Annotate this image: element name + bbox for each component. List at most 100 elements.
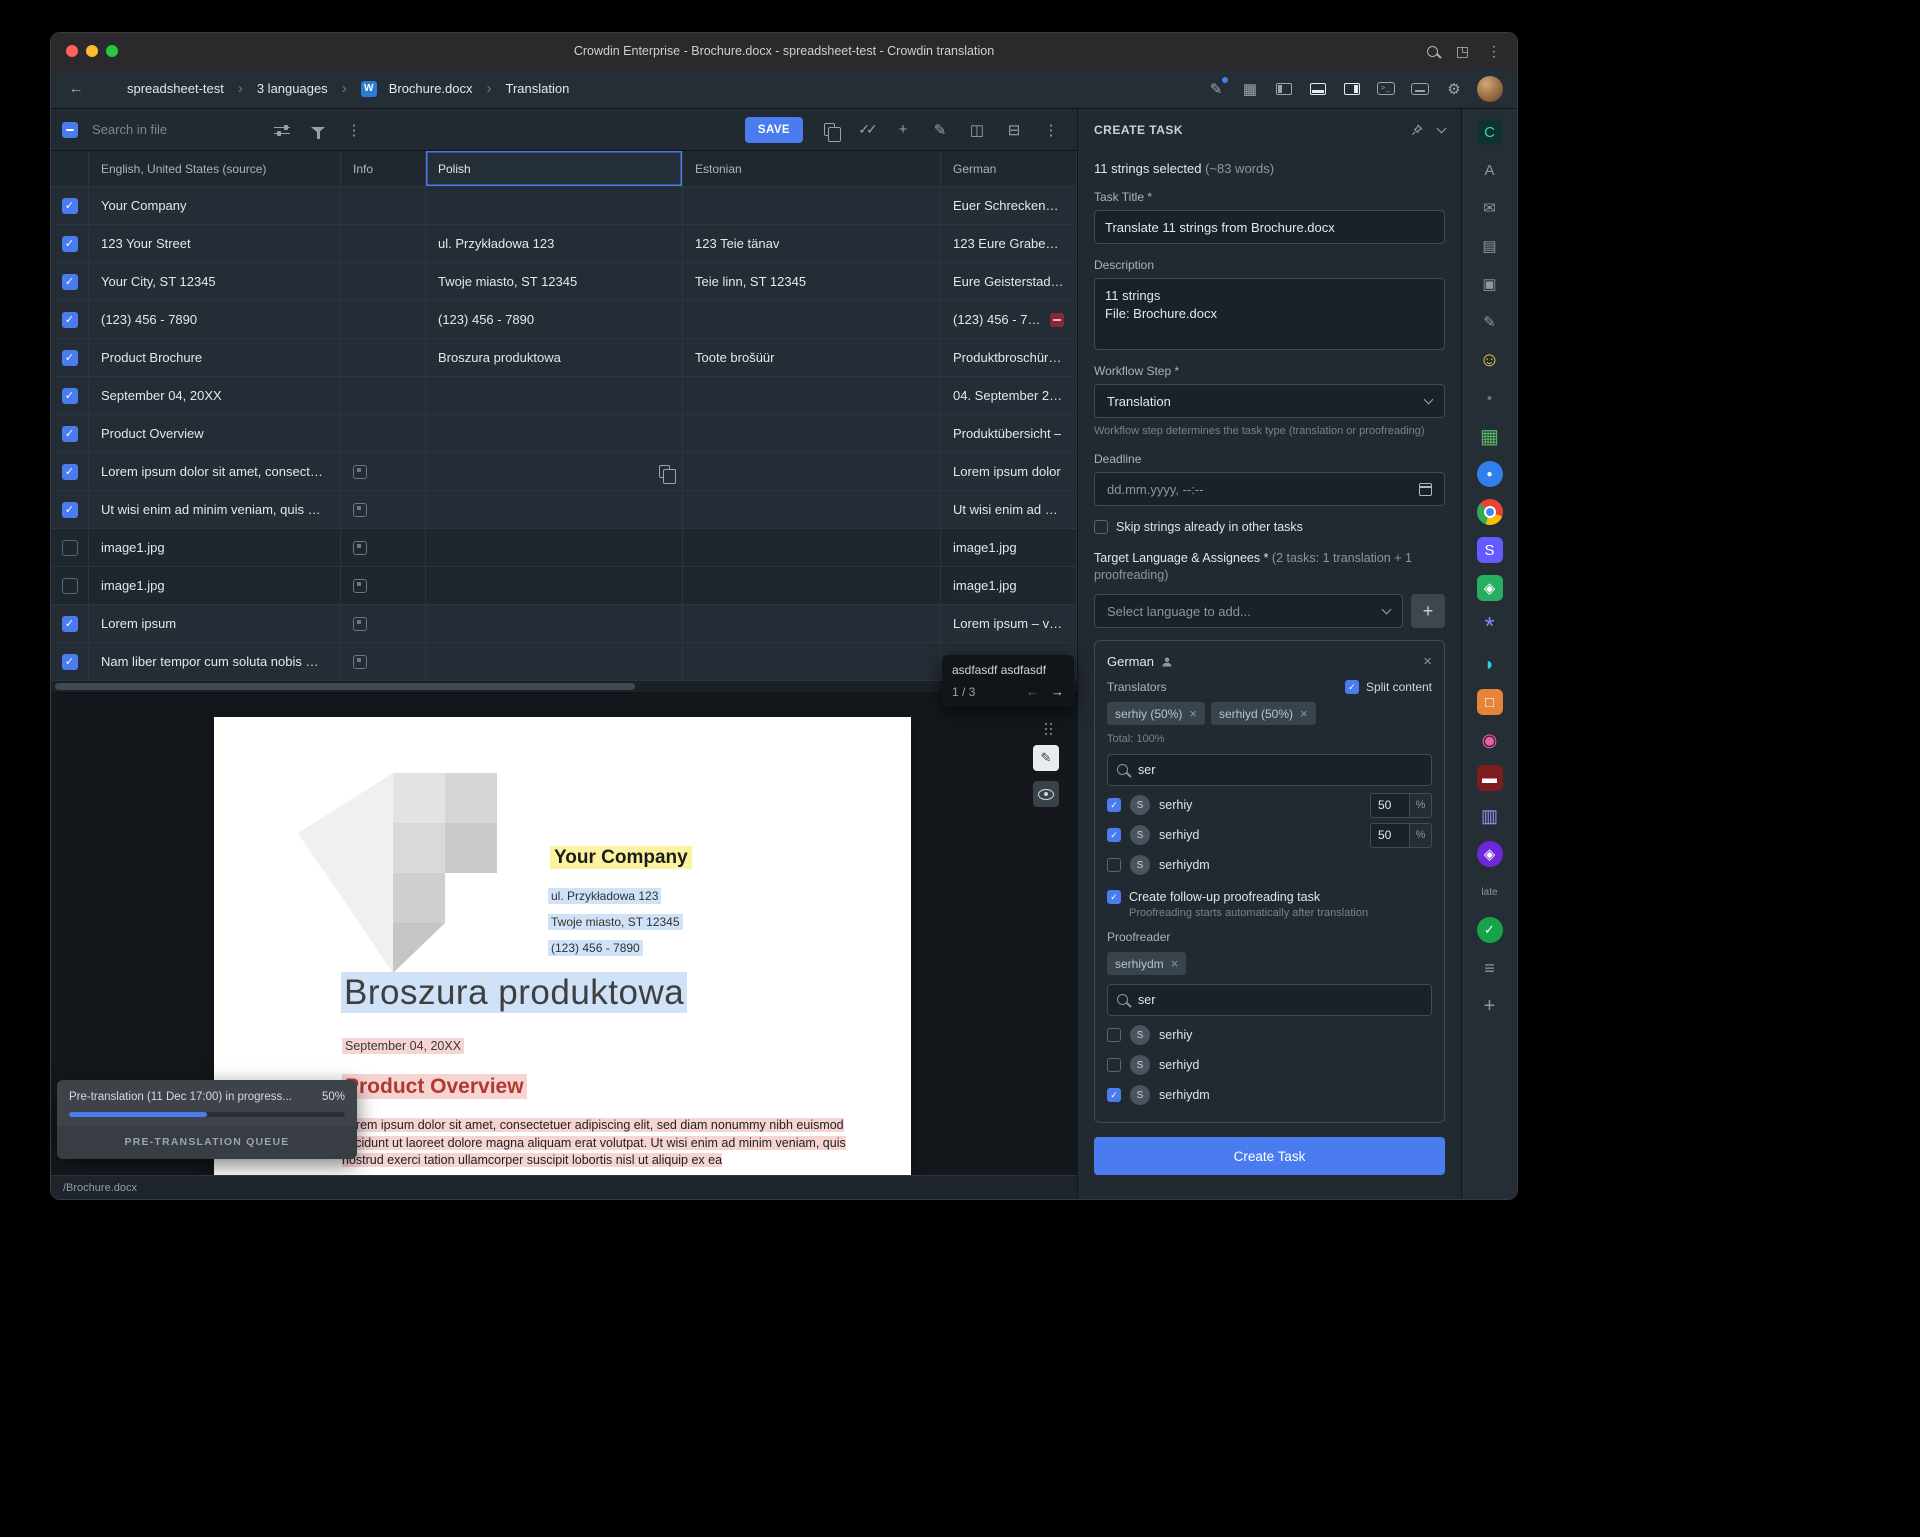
header-info[interactable]: Info <box>341 151 426 186</box>
assignee-row[interactable]: ✓Sserhiy% <box>1107 790 1432 820</box>
source-cell[interactable]: September 04, 20XX <box>89 377 341 414</box>
polish-cell[interactable] <box>426 643 683 680</box>
split-content-checkbox[interactable]: ✓ <box>1345 680 1359 694</box>
context-icon[interactable] <box>353 617 367 631</box>
row-select-cell[interactable] <box>51 567 89 604</box>
row-select-cell[interactable]: ✓ <box>51 377 89 414</box>
close-window-button[interactable] <box>66 45 78 57</box>
dock-bird-app-icon[interactable]: ◗ <box>1477 651 1503 677</box>
select-all-checkbox[interactable] <box>62 122 78 138</box>
table-row[interactable]: ✓Lorem ipsumLorem ipsum – verf <box>51 605 1077 643</box>
assignee-row[interactable]: Sserhiy <box>1107 1020 1432 1050</box>
row-checkbox[interactable]: ✓ <box>62 312 78 328</box>
german-cell[interactable]: Ut wisi enim ad min <box>941 491 1077 528</box>
calendar-icon[interactable] <box>1419 483 1432 496</box>
share-percent-input[interactable] <box>1370 823 1410 848</box>
assignee-row[interactable]: Sserhiydm <box>1107 850 1432 880</box>
toggle-highlights-button[interactable] <box>1033 781 1059 807</box>
row-select-cell[interactable]: ✓ <box>51 415 89 452</box>
remove-tag-icon[interactable]: × <box>1189 706 1197 721</box>
window-titlebar[interactable]: Crowdin Enterprise - Brochure.docx - spr… <box>51 33 1517 69</box>
share-percent-input[interactable] <box>1370 793 1410 818</box>
dock-notes-app-icon[interactable]: ≡ <box>1477 955 1503 981</box>
estonian-cell[interactable] <box>683 643 941 680</box>
polish-cell[interactable] <box>426 567 683 604</box>
dock-chrome-icon[interactable] <box>1477 499 1503 525</box>
estonian-cell[interactable] <box>683 453 941 490</box>
filter-settings-icon[interactable] <box>271 119 293 141</box>
breadcrumb-languages[interactable]: 3 languages <box>257 81 328 96</box>
search-input[interactable] <box>92 122 257 137</box>
dock-stripe-app-icon[interactable]: S <box>1477 537 1503 563</box>
more-options-icon[interactable]: ⋮ <box>1040 119 1062 141</box>
assignee-row[interactable]: ✓Sserhiydm <box>1107 1080 1432 1110</box>
collapse-panel-icon[interactable] <box>1437 124 1447 134</box>
source-cell[interactable]: Nam liber tempor cum soluta nobis … <box>89 643 341 680</box>
german-cell[interactable]: (123) 456 - 7890 <box>941 301 1077 338</box>
source-cell[interactable]: (123) 456 - 7890 <box>89 301 341 338</box>
dock-green-app-icon[interactable]: ◈ <box>1477 575 1503 601</box>
description-input[interactable]: 11 strings File: Brochure.docx <box>1094 278 1445 350</box>
polish-cell[interactable] <box>426 415 683 452</box>
table-row[interactable]: ✓Your CompanyEuer Schreckensunt <box>51 187 1077 225</box>
dock-box-app-icon[interactable]: □ <box>1477 689 1503 715</box>
table-row[interactable]: ✓September 04, 20XX04. September 20X <box>51 377 1077 415</box>
translator-search-input[interactable] <box>1107 754 1432 786</box>
polish-cell[interactable]: Twoje miasto, ST 12345 <box>426 263 683 300</box>
dock-draft-icon[interactable]: ✎ <box>1477 309 1503 335</box>
assignee-checkbox[interactable]: ✓ <box>1107 798 1121 812</box>
german-cell[interactable]: Eure Geisterstadt, B <box>941 263 1077 300</box>
zoom-window-button[interactable] <box>106 45 118 57</box>
source-cell[interactable]: Product Overview <box>89 415 341 452</box>
source-cell[interactable]: Lorem ipsum dolor sit amet, consectetu… <box>89 453 341 490</box>
source-cell[interactable]: 123 Your Street <box>89 225 341 262</box>
dock-asterisk-app-icon[interactable]: * <box>1477 613 1503 639</box>
dock-crowdin-icon[interactable]: C <box>1477 119 1503 145</box>
scrollbar-thumb[interactable] <box>55 683 635 690</box>
dock-glossary-icon[interactable]: ▤ <box>1477 233 1503 259</box>
copy-source-icon[interactable] <box>659 465 670 478</box>
estonian-cell[interactable] <box>683 377 941 414</box>
row-select-cell[interactable]: ✓ <box>51 339 89 376</box>
breadcrumb-step[interactable]: Translation <box>506 81 570 96</box>
polish-cell[interactable] <box>426 187 683 224</box>
add-language-button[interactable]: + <box>1411 594 1445 628</box>
drag-handle-icon[interactable] <box>1045 723 1047 725</box>
prev-match-icon[interactable]: ← <box>1026 684 1039 699</box>
dock-camera-app-icon[interactable]: ● <box>1477 461 1503 487</box>
estonian-cell[interactable]: Teie linn, ST 12345 <box>683 263 941 300</box>
assignee-checkbox[interactable]: ✓ <box>1107 1088 1121 1102</box>
polish-cell[interactable] <box>426 529 683 566</box>
context-icon[interactable] <box>353 579 367 593</box>
grid-view-icon[interactable]: ▦ <box>1239 78 1261 100</box>
approve-all-icon[interactable]: ✓✓ <box>855 119 877 141</box>
deadline-input[interactable]: dd.mm.yyyy, --:-- <box>1094 472 1445 506</box>
split-content-row[interactable]: ✓ Split content <box>1345 680 1432 694</box>
pin-icon[interactable] <box>1410 123 1424 137</box>
dock-board-app-icon[interactable]: ▥ <box>1477 803 1503 829</box>
german-cell[interactable]: image1.jpg <box>941 529 1077 566</box>
row-checkbox[interactable]: ✓ <box>62 350 78 366</box>
language-select[interactable]: Select language to add... <box>1094 594 1403 628</box>
console-icon[interactable]: >_ <box>1375 78 1397 100</box>
assignee-checkbox[interactable] <box>1107 858 1121 872</box>
row-checkbox[interactable]: ✓ <box>62 236 78 252</box>
context-icon[interactable] <box>353 465 367 479</box>
table-row[interactable]: image1.jpgimage1.jpg <box>51 567 1077 605</box>
workflow-step-select[interactable]: Translation <box>1094 384 1445 418</box>
skip-strings-row[interactable]: Skip strings already in other tasks <box>1094 520 1445 534</box>
table-row[interactable]: ✓Product BrochureBroszura produktowaToot… <box>51 339 1077 377</box>
table-row[interactable]: ✓ (123) 456 - 7890 (123) 456 - 7890 (123) 4… <box>51 301 1077 339</box>
horizontal-scrollbar[interactable] <box>51 681 1077 693</box>
german-cell[interactable]: Produktbroschüre d <box>941 339 1077 376</box>
table-row[interactable]: ✓Ut wisi enim ad minim veniam, quis …Ut … <box>51 491 1077 529</box>
table-row[interactable]: ✓Lorem ipsum dolor sit amet, consectetu…… <box>51 453 1077 491</box>
minimize-window-button[interactable] <box>86 45 98 57</box>
row-checkbox[interactable]: ✓ <box>62 198 78 214</box>
context-icon[interactable] <box>353 503 367 517</box>
polish-cell[interactable]: (123) 456 - 7890 <box>426 301 683 338</box>
pretranslation-queue-button[interactable]: PRE-TRANSLATION QUEUE <box>57 1126 357 1159</box>
source-cell[interactable]: image1.jpg <box>89 529 341 566</box>
german-cell[interactable]: Lorem ipsum dolor <box>941 453 1077 490</box>
remove-tag-icon[interactable]: × <box>1171 956 1179 971</box>
